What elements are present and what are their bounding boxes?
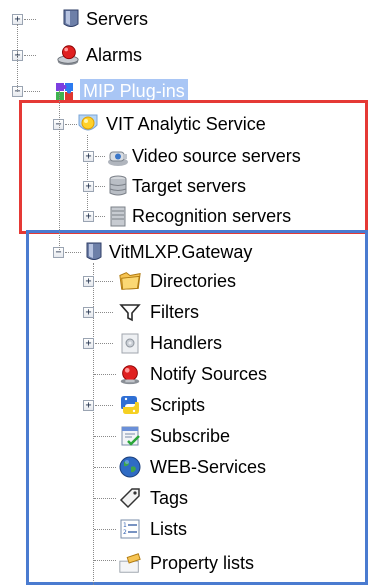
alarm-icon bbox=[56, 43, 80, 67]
svg-text:1: 1 bbox=[123, 522, 127, 529]
tree-item-label: Video source servers bbox=[132, 146, 301, 166]
tree-connector bbox=[24, 19, 36, 20]
tree-connector bbox=[94, 467, 116, 468]
tree-item-label: Target servers bbox=[132, 176, 247, 196]
plugin-puzzle-icon bbox=[53, 79, 77, 103]
tree-item-video-source-servers[interactable]: + Video source servers bbox=[0, 143, 368, 169]
tree-item-target-servers[interactable]: + Target servers bbox=[0, 173, 368, 199]
tree-connector bbox=[95, 312, 113, 313]
tree-connector bbox=[59, 90, 60, 250]
tree-item-label: Directories bbox=[150, 271, 237, 291]
tree-item-label: Handlers bbox=[150, 333, 223, 353]
folder-icon bbox=[118, 269, 142, 293]
shield-service-icon bbox=[76, 112, 100, 136]
tree-connector bbox=[95, 281, 113, 282]
expand-toggle[interactable]: + bbox=[83, 307, 94, 318]
tree-connector bbox=[24, 55, 36, 56]
tree-connector bbox=[94, 436, 116, 437]
tree-item-recognition-servers[interactable]: + Recognition servers bbox=[0, 203, 368, 229]
tree-connector bbox=[94, 498, 116, 499]
tree-item-filters[interactable]: + Filters bbox=[0, 299, 300, 325]
tree-item-subscribe[interactable]: Subscribe bbox=[0, 423, 300, 449]
expand-toggle[interactable]: + bbox=[83, 338, 94, 349]
tree-connector bbox=[95, 156, 105, 157]
server-rack-icon bbox=[106, 204, 130, 228]
python-icon bbox=[118, 393, 142, 417]
subscribe-icon bbox=[118, 424, 142, 448]
tree-connector bbox=[95, 405, 113, 406]
tree-item-label: Recognition servers bbox=[132, 206, 292, 226]
tree-item-label: Servers bbox=[86, 9, 149, 29]
tree-item-lists[interactable]: 1 2 Lists bbox=[0, 516, 300, 542]
tree-item-label: Property lists bbox=[150, 553, 255, 573]
tree-item-label: Subscribe bbox=[150, 426, 231, 446]
tree-connector bbox=[24, 91, 40, 92]
property-list-icon bbox=[118, 551, 142, 575]
svg-text:2: 2 bbox=[123, 529, 127, 536]
tree-item-notify-sources[interactable]: Notify Sources bbox=[0, 361, 320, 387]
tree-item-alarms[interactable]: + Alarms bbox=[0, 42, 200, 68]
tree-item-label: Scripts bbox=[150, 395, 206, 415]
tree-item-label: Alarms bbox=[86, 45, 143, 65]
globe-icon bbox=[118, 455, 142, 479]
tree-item-label: Notify Sources bbox=[150, 364, 268, 384]
tree-connector bbox=[17, 24, 18, 92]
filter-icon bbox=[118, 300, 142, 324]
tree-item-label: WEB-Services bbox=[150, 457, 267, 477]
tree-item-directories[interactable]: + Directories bbox=[0, 268, 300, 294]
expand-toggle[interactable]: + bbox=[83, 181, 94, 192]
tree-item-property-lists[interactable]: Property lists bbox=[0, 547, 320, 573]
tree-connector bbox=[94, 374, 116, 375]
tree-connector bbox=[94, 529, 116, 530]
tree-item-label: VIT Analytic Service bbox=[106, 114, 266, 134]
expand-toggle[interactable]: + bbox=[83, 151, 94, 162]
tree-item-label: Lists bbox=[150, 519, 188, 539]
tree-connector bbox=[95, 216, 105, 217]
expand-toggle[interactable]: + bbox=[83, 276, 94, 287]
tree-item-mip-plugins[interactable]: − MIP Plug-ins bbox=[0, 78, 230, 104]
tree-item-label: Tags bbox=[150, 488, 189, 508]
database-icon bbox=[106, 174, 130, 198]
notify-source-icon bbox=[118, 362, 142, 386]
tree-item-tags[interactable]: Tags bbox=[0, 485, 300, 511]
tree-item-handlers[interactable]: + Handlers bbox=[0, 330, 300, 356]
tree-item-servers[interactable]: + Servers bbox=[0, 6, 200, 32]
expand-toggle[interactable]: + bbox=[83, 211, 94, 222]
expand-toggle[interactable]: + bbox=[83, 400, 94, 411]
tree-item-vitmlxp-gateway[interactable]: − VitMLXP.Gateway bbox=[0, 239, 340, 265]
tree-item-label: VitMLXP.Gateway bbox=[109, 242, 253, 262]
tree-connector bbox=[95, 186, 105, 187]
tree-connector bbox=[94, 560, 116, 561]
tree-item-vit-analytic-service[interactable]: − VIT Analytic Service bbox=[0, 111, 340, 137]
tree-connector bbox=[95, 343, 113, 344]
handlers-icon bbox=[118, 331, 142, 355]
tree-item-scripts[interactable]: + Scripts bbox=[0, 392, 300, 418]
tree-connector bbox=[65, 252, 81, 253]
tag-icon bbox=[118, 486, 142, 510]
tree-item-web-services[interactable]: WEB-Services bbox=[0, 454, 320, 480]
camera-icon bbox=[106, 144, 130, 168]
tree-item-label: Filters bbox=[150, 302, 199, 322]
gateway-shield-icon bbox=[82, 240, 106, 264]
list-icon: 1 2 bbox=[118, 517, 142, 541]
server-icon bbox=[59, 7, 83, 31]
tree-item-label: MIP Plug-ins bbox=[80, 79, 188, 103]
